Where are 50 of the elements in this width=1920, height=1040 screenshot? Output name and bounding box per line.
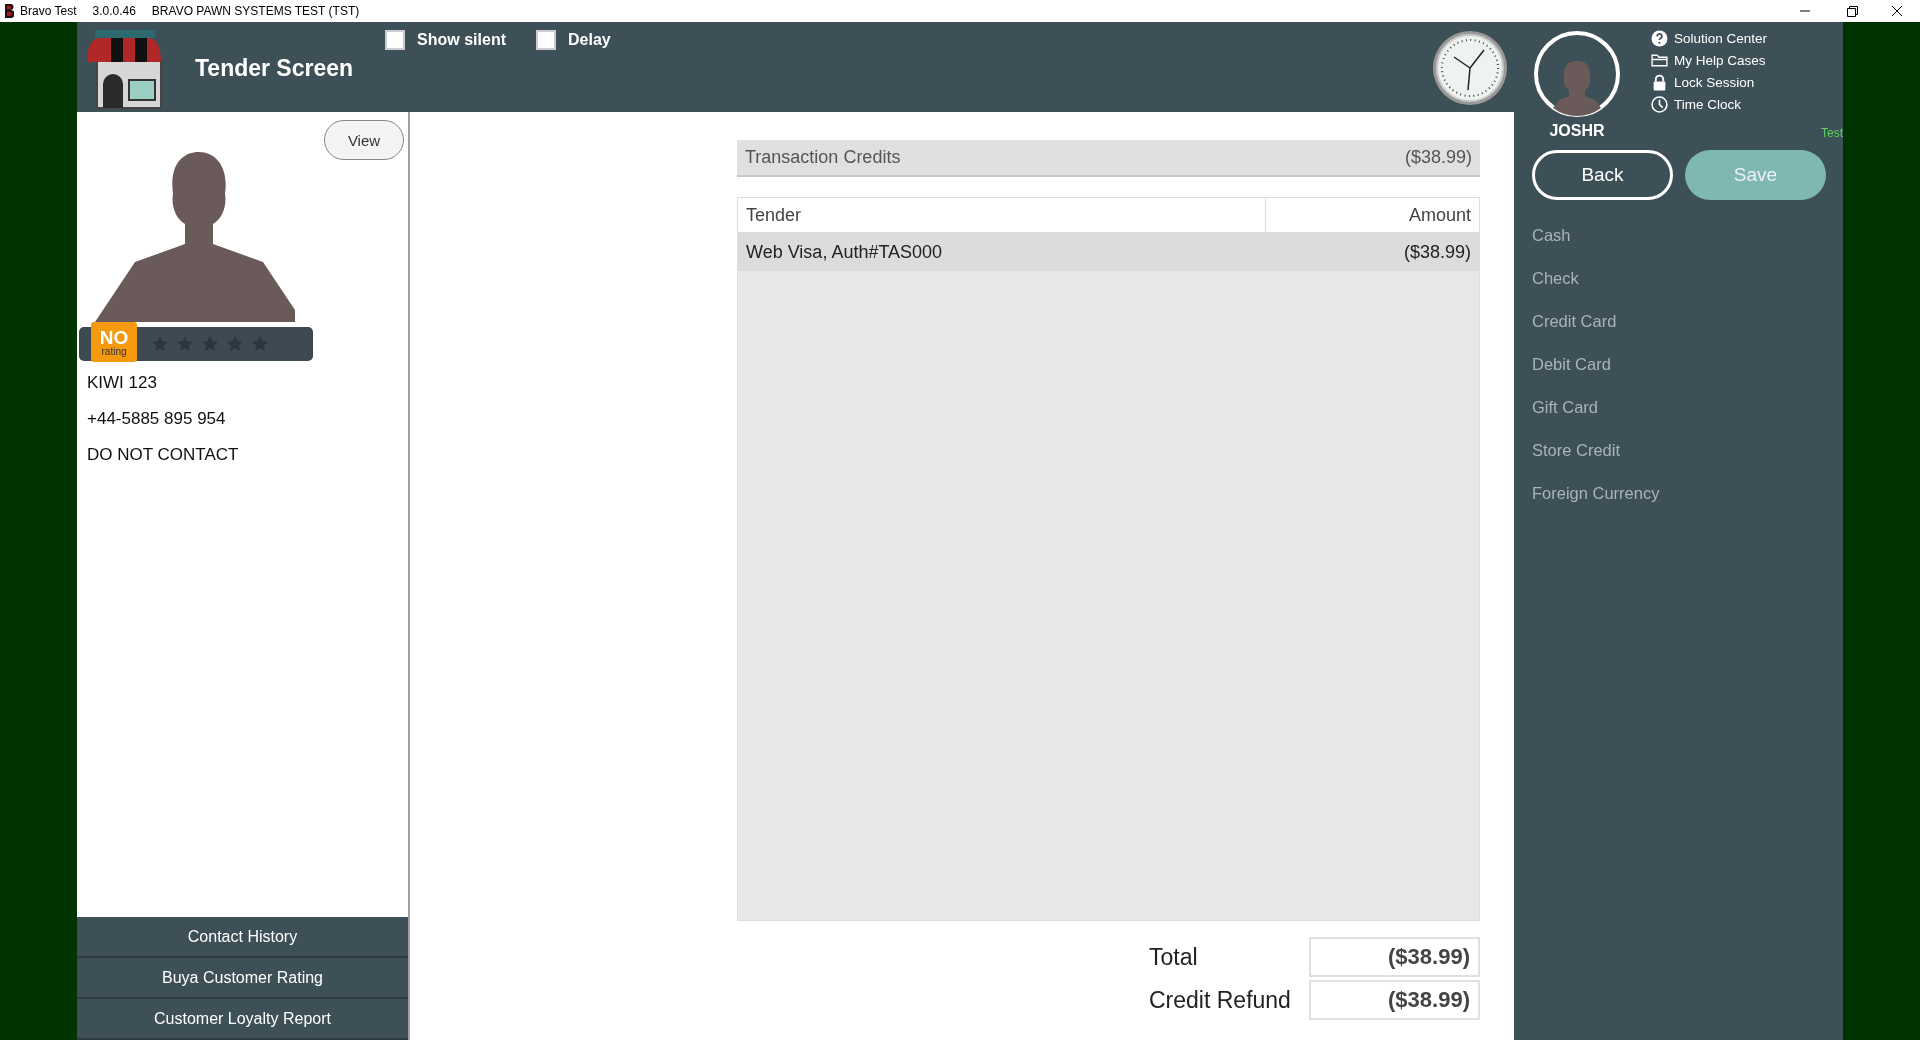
header-link[interactable]: My Help Cases	[1651, 52, 1768, 69]
table-cell: ($38.99)	[1403, 241, 1471, 263]
user-avatar-icon	[1533, 30, 1621, 118]
checkbox-label: Show silent	[417, 31, 506, 49]
version-label: 3.0.0.46	[92, 4, 136, 18]
tender-type-item[interactable]: Foreign Currency	[1532, 472, 1843, 515]
no-rating-badge: NO rating	[91, 322, 137, 362]
customer-action-button[interactable]: Buya Customer Rating	[77, 958, 408, 999]
storefront-icon	[85, 30, 163, 110]
customer-avatar-icon	[95, 152, 295, 322]
tender-type-item[interactable]: Debit Card	[1532, 343, 1843, 386]
customer-action-button[interactable]: Customer Loyalty Report	[77, 999, 408, 1040]
column-header: Tender	[738, 198, 1266, 232]
table-cell: Web Visa, Auth#TAS000	[746, 241, 943, 263]
total-value: ($38.99)	[1309, 980, 1480, 1020]
header-link[interactable]: Lock Session	[1651, 74, 1768, 91]
window-title: Bravo Test	[20, 4, 77, 18]
customer-detail: DO NOT CONTACT	[87, 444, 240, 466]
view-button[interactable]: View	[324, 120, 404, 160]
clock-icon	[1432, 30, 1508, 106]
tender-type-item[interactable]: Gift Card	[1532, 386, 1843, 429]
lock-icon	[1651, 74, 1668, 91]
back-button[interactable]: Back	[1532, 150, 1673, 200]
customer-detail: KIWI 123	[87, 372, 158, 394]
checkbox-label: Delay	[568, 31, 611, 49]
clock-icon	[1651, 96, 1668, 113]
credits-label: Transaction Credits	[745, 147, 901, 168]
checkbox[interactable]	[385, 30, 406, 50]
tender-type-item[interactable]: Cash	[1532, 214, 1843, 257]
header-link[interactable]: Time Clock	[1651, 96, 1768, 113]
table-row[interactable]: Web Visa, Auth#TAS000 ($38.99)	[738, 233, 1479, 271]
customer-detail: +44-5885 895 954	[87, 408, 227, 430]
help-icon	[1651, 30, 1668, 47]
system-label: BRAVO PAWN SYSTEMS TEST (TST)	[151, 4, 360, 18]
total-label: Total	[1149, 943, 1199, 971]
tender-type-item[interactable]: Store Credit	[1532, 429, 1843, 472]
screen-title: Tender Screen	[195, 55, 354, 82]
header-link[interactable]: Solution Center	[1651, 30, 1768, 47]
total-label: Credit Refund	[1149, 986, 1292, 1014]
environment-tag: Test	[1821, 126, 1843, 140]
customer-action-button[interactable]: Contact History	[77, 917, 408, 958]
column-header: Amount	[1407, 203, 1472, 227]
checkbox[interactable]	[536, 30, 556, 50]
tender-type-item[interactable]: Credit Card	[1532, 300, 1843, 343]
user-name: JOSHR	[1549, 122, 1605, 140]
folder-icon	[1651, 52, 1668, 69]
credits-amount: ($38.99)	[1404, 147, 1472, 168]
tender-type-item[interactable]: Check	[1532, 257, 1843, 300]
app-logo-icon	[5, 4, 14, 18]
total-value: ($38.99)	[1309, 937, 1480, 977]
